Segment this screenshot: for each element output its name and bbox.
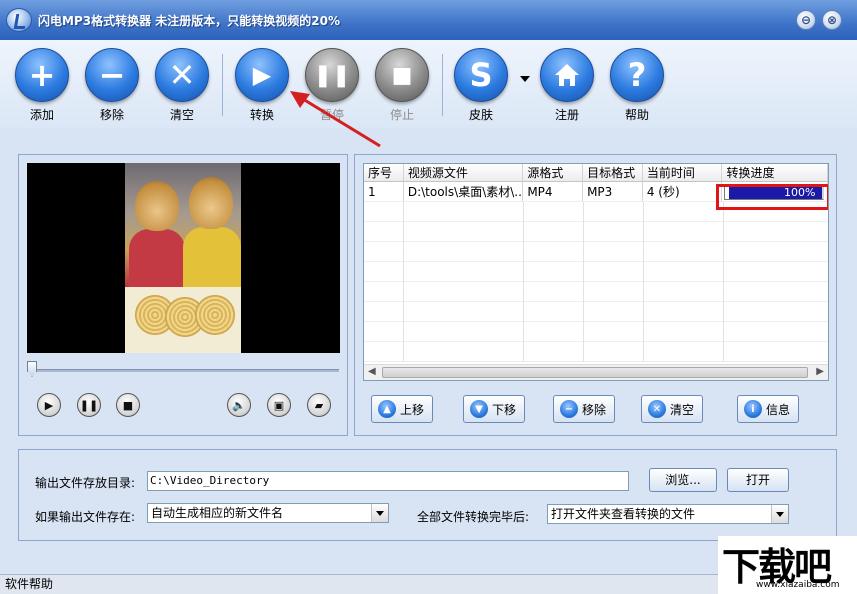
skin-button[interactable]: S 皮肤	[451, 48, 511, 124]
volume-icon[interactable]: 🔈	[227, 393, 251, 417]
output-dir-label: 输出文件存放目录:	[35, 476, 136, 490]
title-bar: 闪电MP3格式转换器 未注册版本，只能转换视频的20% ⊖ ⊗	[0, 0, 857, 40]
play-icon: ▶	[235, 48, 289, 102]
minimize-button[interactable]: ⊖	[796, 10, 816, 30]
stop-icon[interactable]: ■	[116, 393, 140, 417]
seek-thumb[interactable]	[27, 361, 37, 377]
column-header[interactable]: 源格式	[523, 164, 584, 181]
skin-dropdown-icon[interactable]	[520, 76, 530, 82]
convert-button[interactable]: ▶ 转换	[232, 48, 292, 124]
convert-label: 转换	[249, 108, 274, 122]
after-complete-label: 全部文件转换完毕后:	[417, 510, 530, 524]
column-header[interactable]: 序号	[364, 164, 404, 181]
list-clear-button[interactable]: ✕ 清空	[641, 395, 704, 423]
move-down-button[interactable]: ▼ 下移	[463, 395, 526, 423]
scroll-right-icon[interactable]: ▶	[816, 366, 824, 377]
cell-src-format: MP4	[523, 182, 584, 201]
column-header[interactable]: 视频源文件	[404, 164, 524, 181]
list-header: 序号 视频源文件 源格式 目标格式 当前时间 转换进度	[364, 164, 828, 182]
file-exists-label: 如果输出文件存在:	[35, 510, 136, 524]
horizontal-scrollbar[interactable]: ◀ ▶	[364, 364, 828, 380]
clear-button[interactable]: ✕ 清空	[152, 48, 212, 124]
window-title: 闪电MP3格式转换器 未注册版本，只能转换视频的20%	[38, 14, 340, 28]
annotation-highlight	[716, 184, 828, 210]
move-down-label: 下移	[492, 402, 517, 417]
help-button[interactable]: ? 帮助	[607, 48, 667, 124]
list-clear-label: 清空	[670, 402, 695, 417]
add-label: 添加	[29, 108, 54, 122]
register-button[interactable]: 注册	[537, 48, 597, 124]
file-list-panel: 序号 视频源文件 源格式 目标格式 当前时间 转换进度 1 D:\tools\桌…	[354, 154, 837, 436]
scroll-thumb[interactable]	[382, 367, 808, 378]
add-button[interactable]: + 添加	[12, 48, 72, 124]
skin-label: 皮肤	[468, 108, 493, 122]
after-complete-value: 打开文件夹查看转换的文件	[551, 507, 696, 521]
pause-icon[interactable]: ❚❚	[77, 393, 101, 417]
x-icon: ✕	[648, 400, 666, 418]
chevron-down-icon[interactable]	[371, 504, 388, 522]
watermark-url: www.xiazaiba.com	[756, 580, 840, 590]
cell-index: 1	[364, 182, 404, 201]
arrow-up-icon: ▲	[378, 400, 396, 418]
toolbar: + 添加 − 移除 ✕ 清空 ▶ 转换 ❚❚ 暂停 ■ 停止 S 皮肤 注册 ?…	[0, 40, 857, 128]
minus-icon: −	[560, 400, 578, 418]
close-button[interactable]: ⊗	[822, 10, 842, 30]
toolbar-divider	[222, 54, 223, 116]
remove-button[interactable]: − 移除	[82, 48, 142, 124]
file-exists-select[interactable]: 自动生成相应的新文件名	[147, 503, 389, 523]
video-frame	[125, 163, 241, 353]
scroll-left-icon[interactable]: ◀	[368, 366, 376, 377]
arrow-down-icon: ▼	[470, 400, 488, 418]
cell-source: D:\tools\桌面\素材\...	[404, 182, 524, 201]
remove-label: 移除	[99, 108, 124, 122]
info-button[interactable]: i 信息	[737, 395, 800, 423]
snapshot-icon[interactable]: ▣	[267, 393, 291, 417]
x-icon: ✕	[155, 48, 209, 102]
file-list: 序号 视频源文件 源格式 目标格式 当前时间 转换进度 1 D:\tools\桌…	[363, 163, 829, 381]
clear-label: 清空	[169, 108, 194, 122]
status-text[interactable]: 软件帮助	[5, 577, 53, 591]
open-button[interactable]: 打开	[727, 468, 789, 492]
list-remove-button[interactable]: − 移除	[553, 395, 616, 423]
question-icon: ?	[610, 48, 664, 102]
play-icon[interactable]: ▶	[37, 393, 61, 417]
cell-dst-format: MP3	[583, 182, 643, 201]
list-remove-label: 移除	[582, 402, 607, 417]
after-complete-select[interactable]: 打开文件夹查看转换的文件	[547, 504, 789, 524]
info-label: 信息	[766, 402, 791, 417]
column-header[interactable]: 转换进度	[722, 164, 828, 181]
toolbar-divider	[442, 54, 443, 116]
folder-icon[interactable]: ▰	[307, 393, 331, 417]
column-header[interactable]: 当前时间	[643, 164, 723, 181]
watermark: 下载吧 www.xiazaiba.com	[718, 536, 857, 594]
skin-s-icon: S	[454, 48, 508, 102]
column-header[interactable]: 目标格式	[583, 164, 643, 181]
seek-bar[interactable]	[29, 369, 339, 372]
info-icon: i	[744, 400, 762, 418]
home-icon	[540, 48, 594, 102]
move-up-label: 上移	[400, 402, 425, 417]
file-exists-value: 自动生成相应的新文件名	[151, 506, 284, 520]
video-preview-panel: ▶ ❚❚ ■ 🔈 ▣ ▰	[18, 154, 348, 436]
help-label: 帮助	[624, 108, 649, 122]
video-screen	[27, 163, 340, 353]
cell-time: 4 (秒)	[643, 182, 723, 201]
chevron-down-icon[interactable]	[771, 505, 788, 523]
settings-panel: 输出文件存放目录: C:\Video_Directory 浏览... 打开 如果…	[18, 449, 837, 541]
move-up-button[interactable]: ▲ 上移	[371, 395, 434, 423]
register-label: 注册	[554, 108, 579, 122]
minus-icon: −	[85, 48, 139, 102]
app-icon	[6, 8, 32, 32]
browse-button[interactable]: 浏览...	[649, 468, 717, 492]
output-dir-field[interactable]: C:\Video_Directory	[147, 471, 629, 491]
plus-icon: +	[15, 48, 69, 102]
annotation-arrow	[290, 91, 381, 148]
